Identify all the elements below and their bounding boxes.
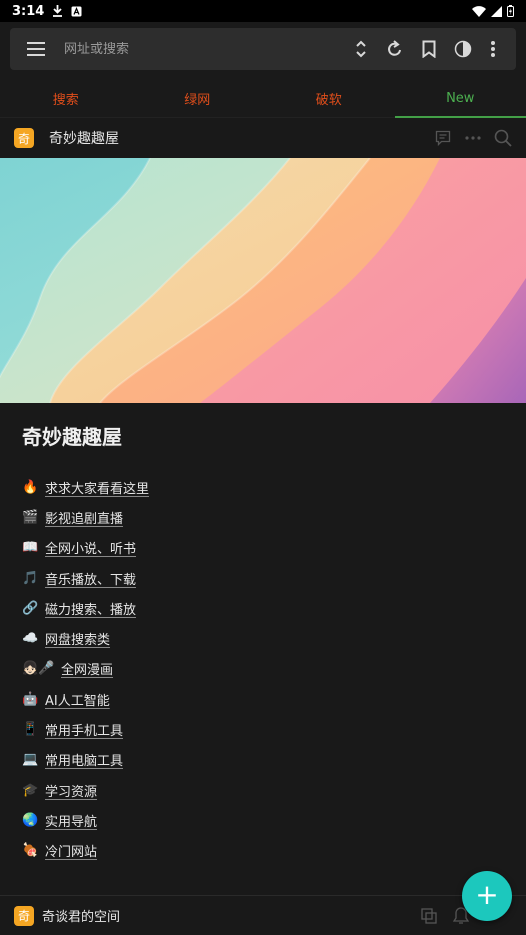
site-logo[interactable]: 奇 xyxy=(14,128,34,148)
dark-mode-icon[interactable] xyxy=(446,32,480,66)
reload-icon[interactable] xyxy=(378,32,412,66)
list-item[interactable]: 📱 常用手机工具 xyxy=(22,714,504,744)
status-bar: 3:14 xyxy=(0,0,526,22)
link-list: 🔥 求求大家看看这里 🎬 影视追剧直播 📖 全网小说、听书 🎵 音乐播放、下载 🔗 磁力搜… xyxy=(22,472,504,866)
battery-icon xyxy=(507,5,514,17)
plus-icon: + xyxy=(475,878,499,911)
link-music[interactable]: 音乐播放、下载 xyxy=(45,569,136,588)
page-header: 奇 奇妙趣趣屋 xyxy=(0,118,526,158)
cloud-icon: ☁️ xyxy=(22,631,39,647)
list-item[interactable]: 🤖 AI人工智能 xyxy=(22,684,504,714)
link-pc-tools[interactable]: 常用电脑工具 xyxy=(45,750,123,769)
fire-icon: 🔥 xyxy=(22,479,39,495)
list-item[interactable]: 💻 常用电脑工具 xyxy=(22,745,504,775)
tab-new[interactable]: New xyxy=(394,80,526,118)
list-item[interactable]: 🎬 影视追剧直播 xyxy=(22,502,504,532)
singer-icon: 👧🏻🎤 xyxy=(22,661,55,677)
meat-icon: 🍖 xyxy=(22,843,39,859)
signal-icon xyxy=(491,5,502,17)
globe-icon: 🌏 xyxy=(22,812,39,828)
copy-icon[interactable] xyxy=(418,905,440,927)
clapper-icon: 🎬 xyxy=(22,509,39,525)
add-fab-button[interactable]: + xyxy=(462,871,512,921)
menu-icon[interactable] xyxy=(24,32,48,66)
robot-icon: 🤖 xyxy=(22,691,39,707)
link-netdisk[interactable]: 网盘搜索类 xyxy=(45,629,110,648)
link-novels[interactable]: 全网小说、听书 xyxy=(45,538,136,557)
wifi-icon xyxy=(472,5,486,17)
music-note-icon: 🎵 xyxy=(22,570,39,586)
bookmark-icon[interactable] xyxy=(412,32,446,66)
list-item[interactable]: 🌏 实用导航 xyxy=(22,805,504,835)
link-icon: 🔗 xyxy=(22,600,39,616)
tab-green-net[interactable]: 绿网 xyxy=(132,80,264,117)
search-icon[interactable] xyxy=(492,127,514,149)
link-phone-tools[interactable]: 常用手机工具 xyxy=(45,720,123,739)
browser-toolbar xyxy=(0,22,526,80)
comment-icon[interactable] xyxy=(432,127,454,149)
status-time: 3:14 xyxy=(12,3,45,19)
book-icon: 📖 xyxy=(22,540,39,556)
address-bar xyxy=(10,28,516,70)
link-learning[interactable]: 学习资源 xyxy=(45,781,97,800)
bookmark-tabs: 搜索 绿网 破软 New xyxy=(0,80,526,118)
phone-icon: 📱 xyxy=(22,722,39,738)
list-item[interactable]: ☁️ 网盘搜索类 xyxy=(22,623,504,653)
link-magnet[interactable]: 磁力搜索、播放 xyxy=(45,599,136,618)
page-content: 奇妙趣趣屋 🔥 求求大家看看这里 🎬 影视追剧直播 📖 全网小说、听书 🎵 音乐播放、下… xyxy=(0,403,526,866)
tab-search[interactable]: 搜索 xyxy=(0,80,132,117)
link-ai[interactable]: AI人工智能 xyxy=(45,690,110,709)
space-logo[interactable]: 奇 xyxy=(14,905,34,926)
tab-cracked-software[interactable]: 破软 xyxy=(263,80,395,117)
page-title: 奇妙趣趣屋 xyxy=(22,425,122,449)
link-niche-sites[interactable]: 冷门网站 xyxy=(45,841,97,860)
more-vert-icon[interactable] xyxy=(480,32,506,66)
link-comics[interactable]: 全网漫画 xyxy=(61,659,113,678)
list-item[interactable]: 👧🏻🎤 全网漫画 xyxy=(22,654,504,684)
expand-collapse-icon[interactable] xyxy=(344,32,378,66)
site-name[interactable]: 奇妙趣趣屋 xyxy=(49,128,119,148)
cover-image xyxy=(0,158,526,403)
link-video[interactable]: 影视追剧直播 xyxy=(45,508,123,527)
download-icon xyxy=(52,5,63,17)
list-item[interactable]: 🎵 音乐播放、下载 xyxy=(22,563,504,593)
space-name[interactable]: 奇谈君的空间 xyxy=(42,906,120,925)
list-item[interactable]: 📖 全网小说、听书 xyxy=(22,533,504,563)
list-item[interactable]: 🍖 冷门网站 xyxy=(22,836,504,866)
list-item[interactable]: 🔗 磁力搜索、播放 xyxy=(22,593,504,623)
app-notification-icon xyxy=(71,6,82,17)
more-horiz-icon[interactable] xyxy=(462,127,484,149)
list-item[interactable]: 🔥 求求大家看看这里 xyxy=(22,472,504,502)
list-item[interactable]: 🎓 学习资源 xyxy=(22,775,504,805)
graduation-cap-icon: 🎓 xyxy=(22,782,39,798)
bottom-bar: 奇 奇谈君的空间 xyxy=(0,895,526,935)
link-please-look[interactable]: 求求大家看看这里 xyxy=(45,478,149,497)
laptop-icon: 💻 xyxy=(22,752,39,768)
link-navigation[interactable]: 实用导航 xyxy=(45,811,97,830)
url-input[interactable] xyxy=(64,41,344,57)
